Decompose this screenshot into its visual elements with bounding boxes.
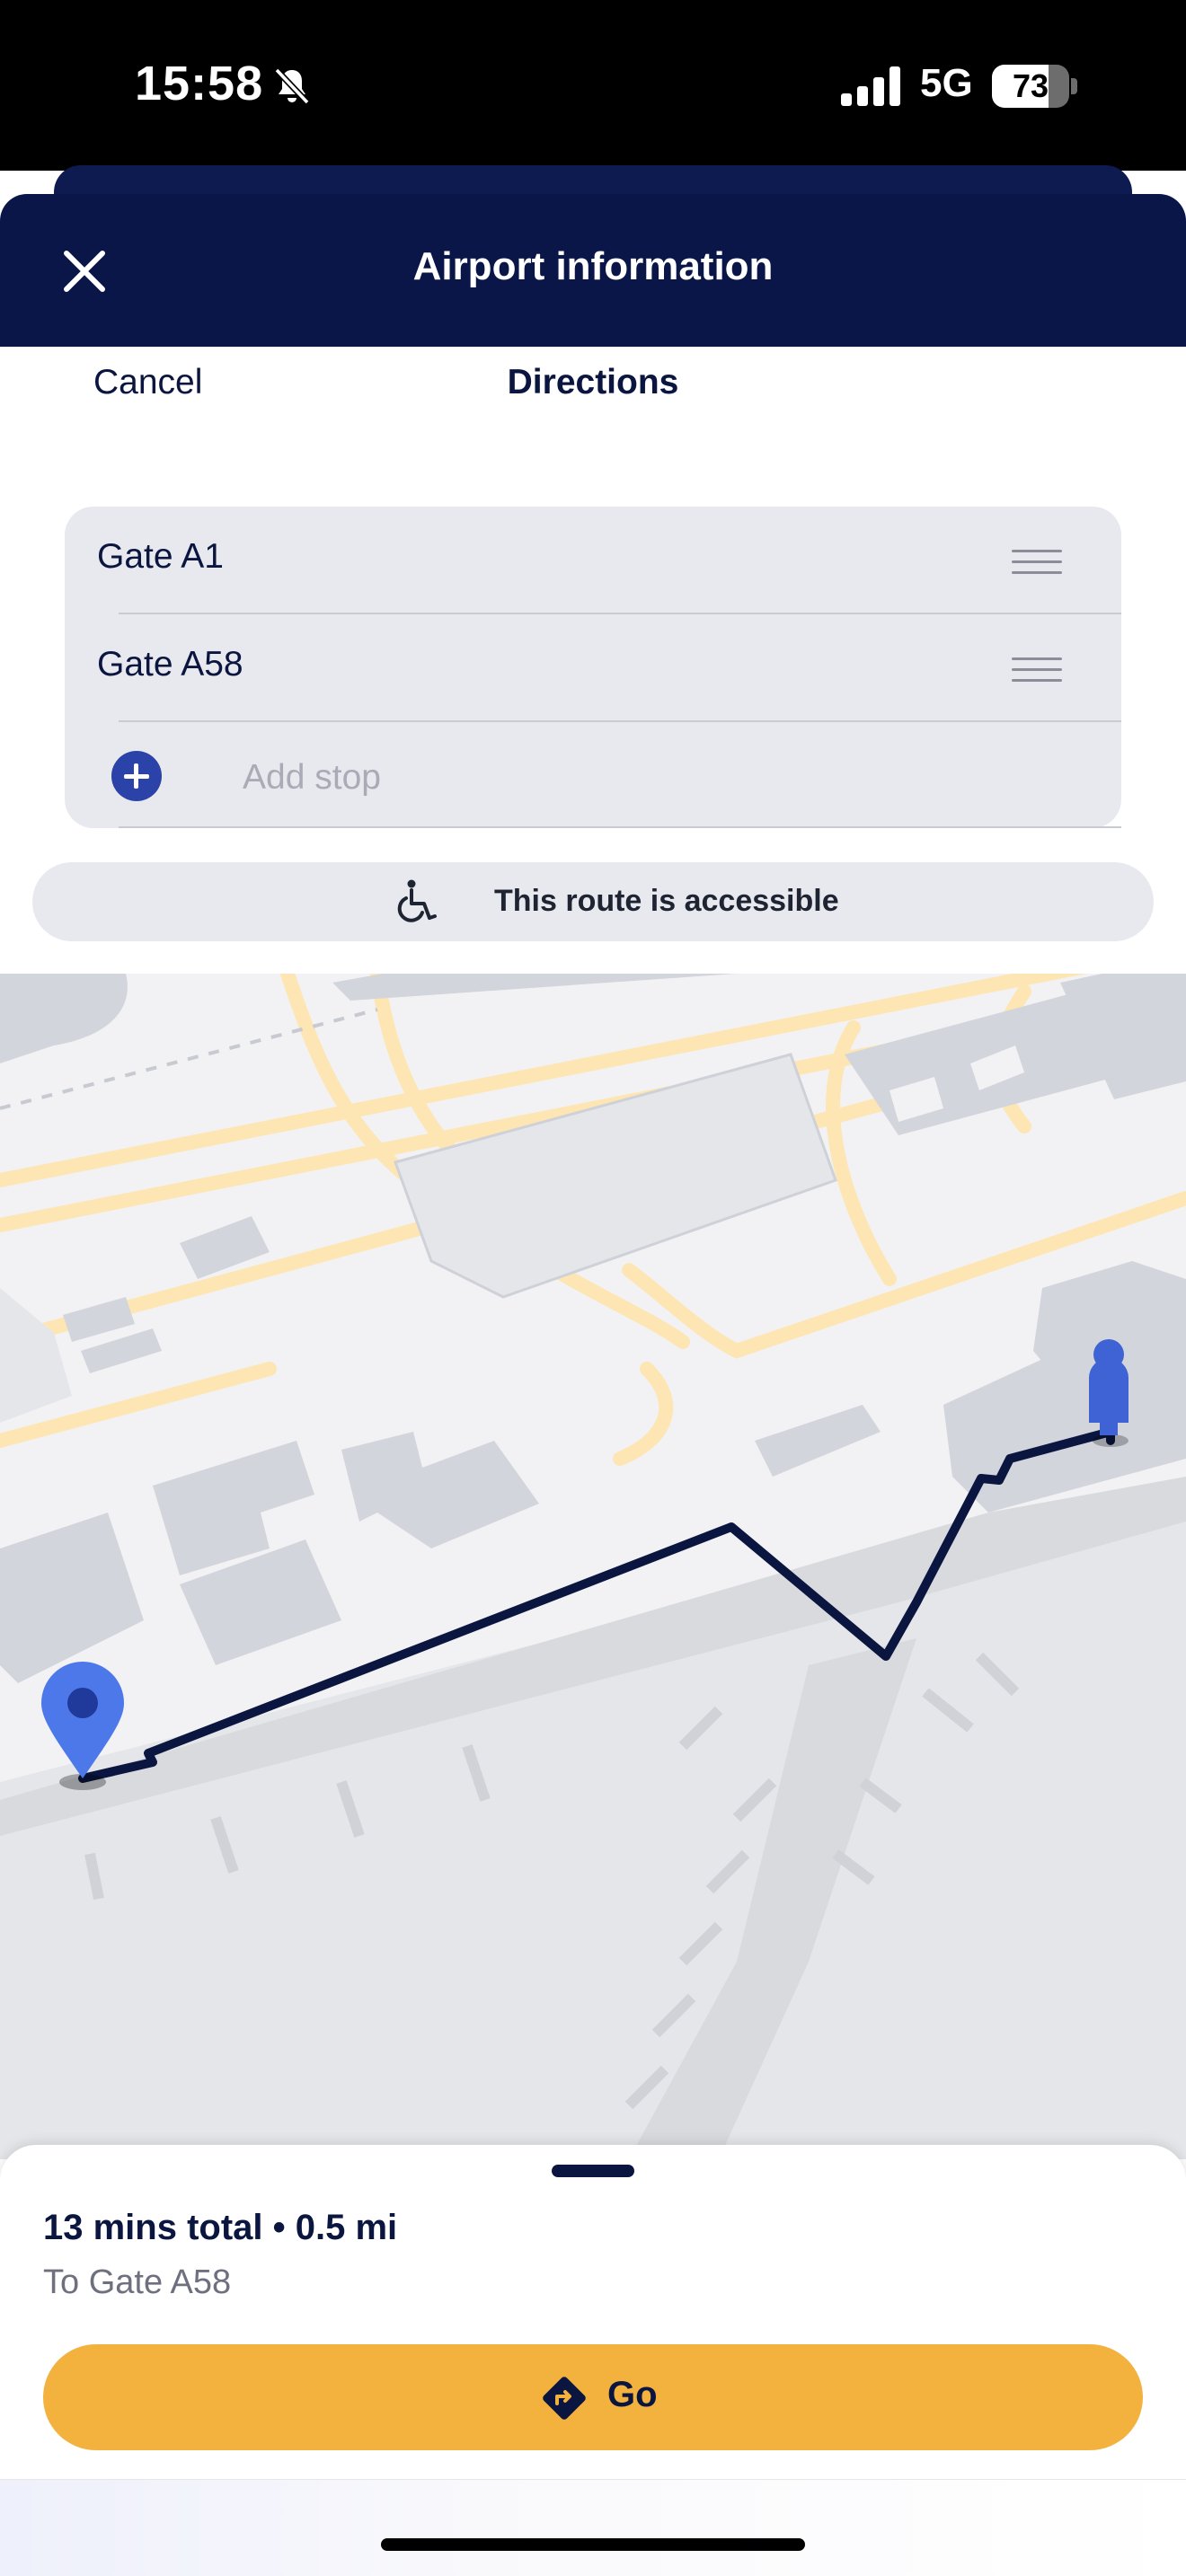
map-view[interactable]: [0, 974, 1186, 2159]
network-type: 5G: [920, 61, 973, 105]
directions-toolbar: Cancel Directions: [0, 347, 1186, 419]
route-destination: To Gate A58: [43, 2263, 232, 2301]
route-stops-panel: Gate A1 Gate A58 Add stop: [65, 507, 1121, 828]
drag-handle-icon[interactable]: [1012, 657, 1062, 684]
route-stop-origin[interactable]: Gate A1: [65, 507, 1121, 614]
modal-header: Airport information: [0, 194, 1186, 347]
sheet-grabber[interactable]: [552, 2165, 634, 2177]
route-summary: 13 mins total • 0.5 mi: [43, 2208, 398, 2247]
directions-title: Directions: [507, 363, 679, 401]
divider: [119, 826, 1121, 828]
sheet-footer: [0, 2479, 1186, 2576]
status-time: 15:58: [135, 57, 264, 110]
accessibility-banner[interactable]: This route is accessible: [32, 862, 1154, 941]
plus-circle-icon: [111, 751, 162, 801]
go-label: Go: [607, 2375, 658, 2414]
battery-icon: 73: [992, 65, 1078, 108]
wheelchair-icon: [397, 879, 437, 922]
route-stop-destination[interactable]: Gate A58: [65, 614, 1121, 722]
add-stop-label: Add stop: [243, 758, 381, 797]
route-summary-sheet: 13 mins total • 0.5 mi To Gate A58 Go: [0, 2145, 1186, 2576]
bell-muted-icon: [274, 67, 310, 105]
directions-icon: [543, 2377, 586, 2420]
home-indicator[interactable]: [381, 2538, 805, 2551]
go-button[interactable]: Go: [43, 2344, 1143, 2450]
page-title: Airport information: [412, 244, 774, 288]
status-bar: 15:58 5G 73: [0, 0, 1186, 171]
battery-percent: 73: [1012, 67, 1049, 104]
accessibility-text: This route is accessible: [494, 884, 839, 918]
route-stop-label: Gate A58: [97, 645, 243, 684]
map-canvas: [0, 974, 1186, 2159]
route-stop-label: Gate A1: [97, 537, 224, 576]
divider: [119, 720, 1121, 722]
signal-icon: [841, 66, 900, 106]
drag-handle-icon[interactable]: [1012, 550, 1062, 577]
